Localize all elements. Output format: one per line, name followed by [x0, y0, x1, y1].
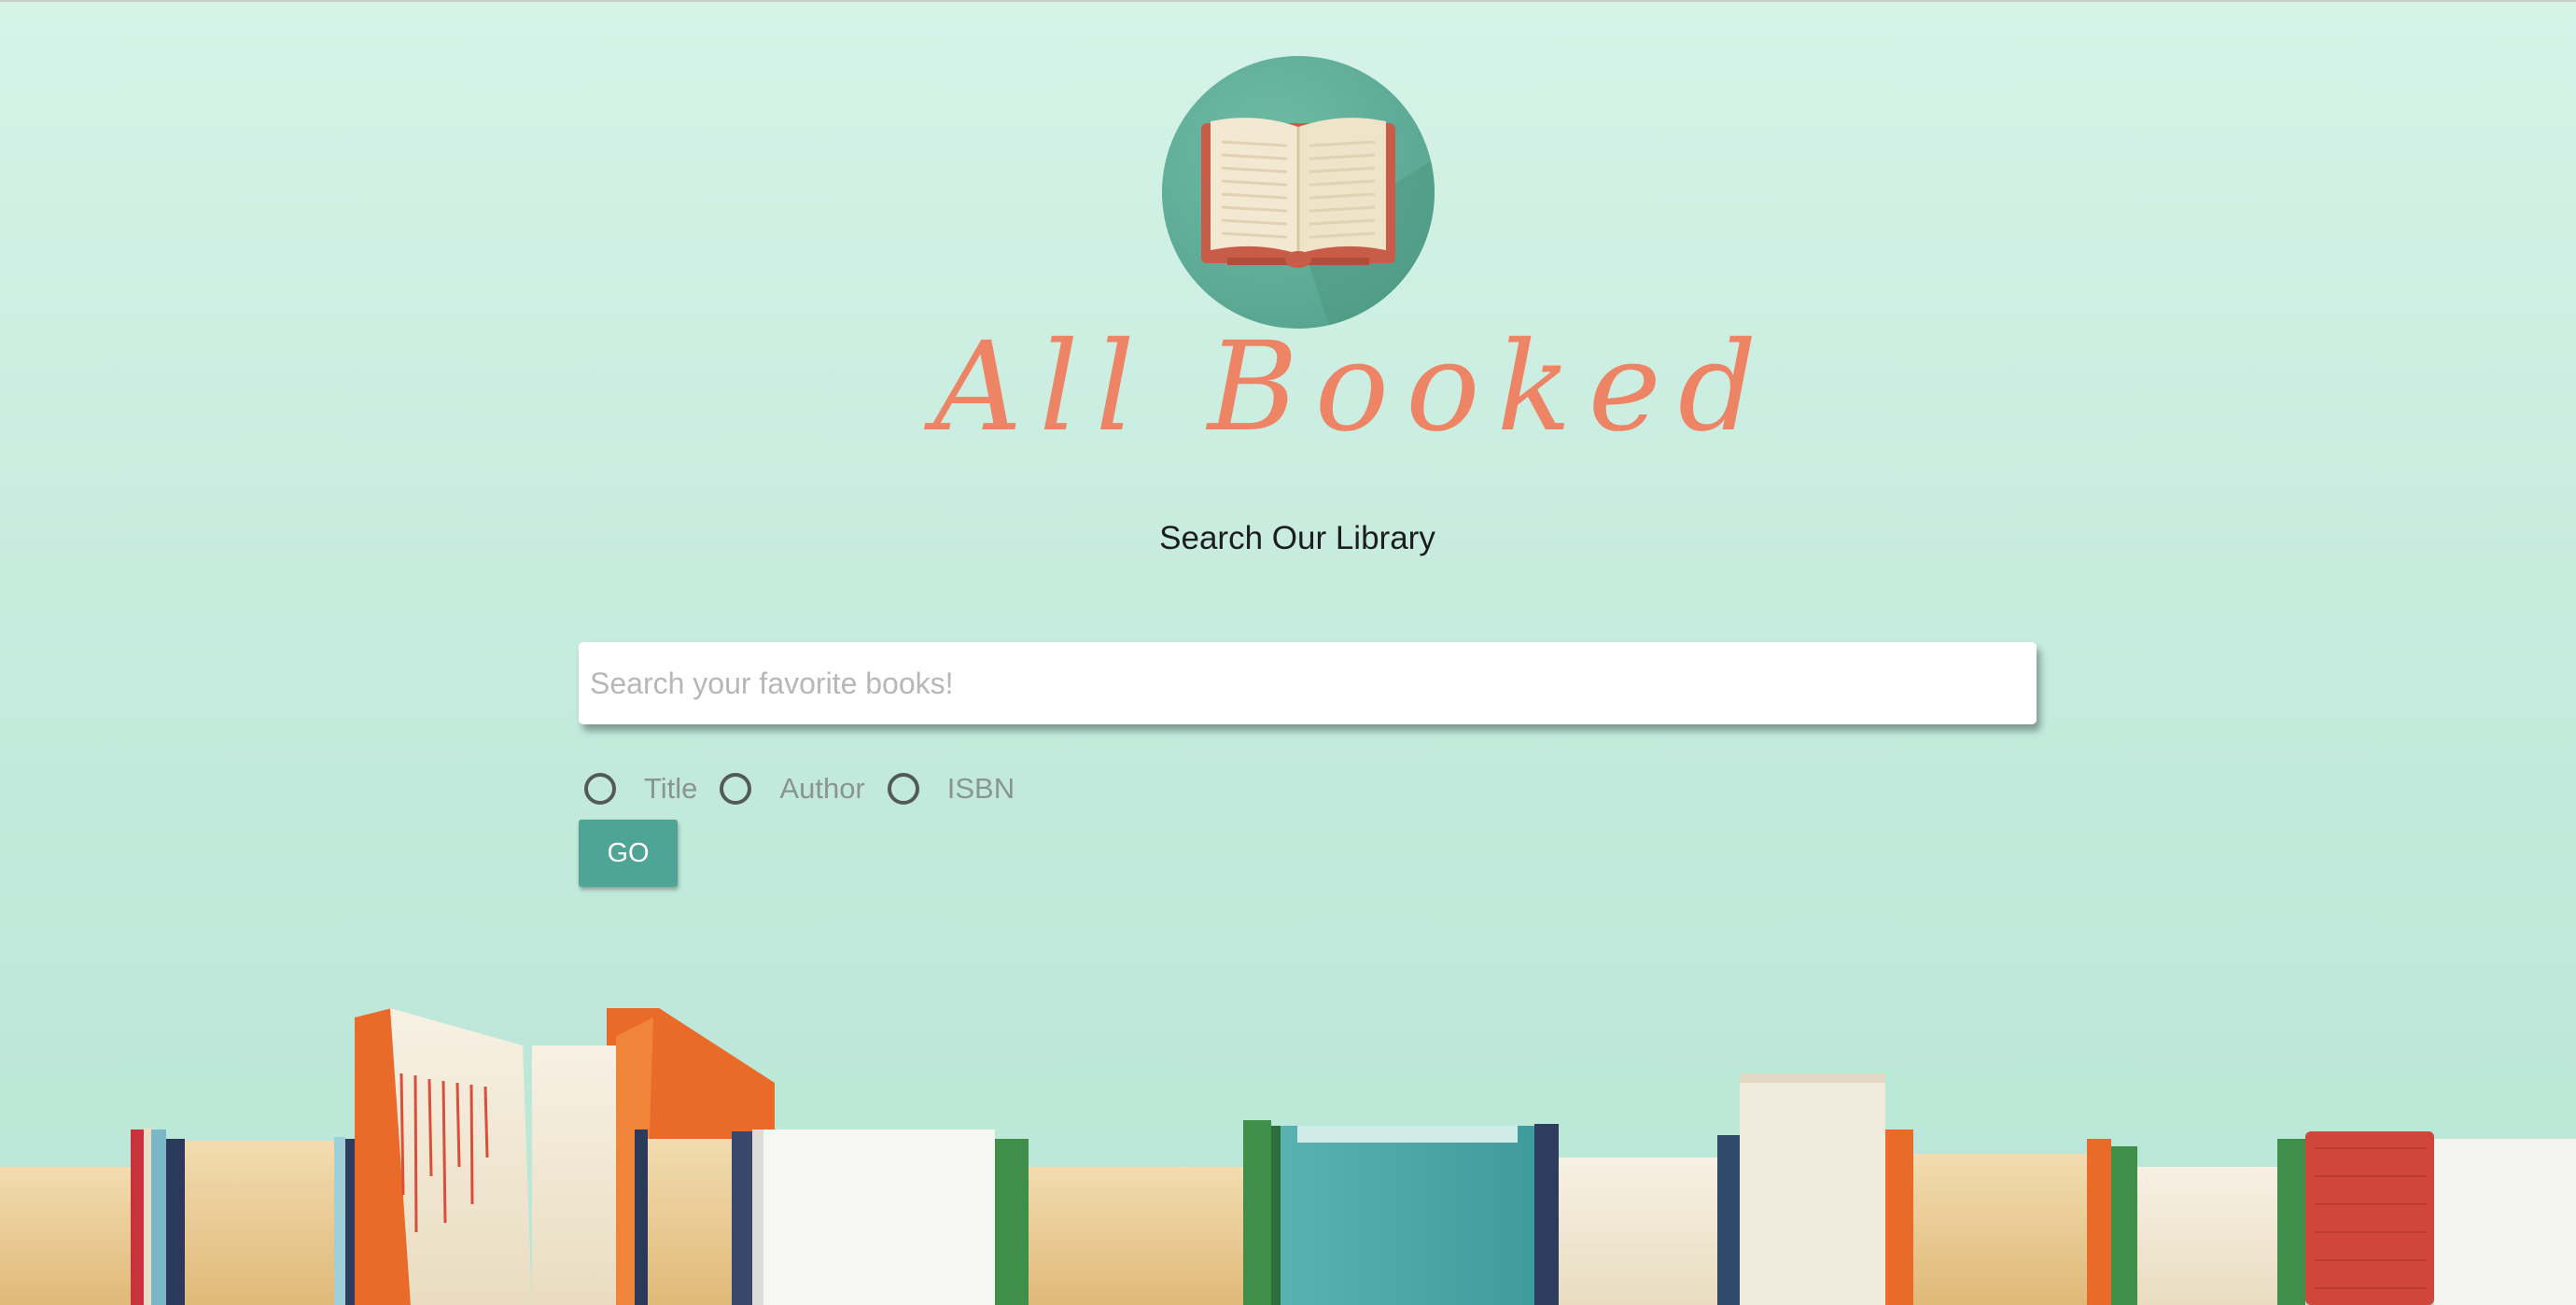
radio-option-author[interactable]: Author [720, 772, 887, 806]
radio-button-isbn[interactable] [887, 773, 919, 805]
brand-name: All Booked [933, 316, 1774, 459]
search-input[interactable] [579, 642, 2037, 724]
page-subtitle: Search Our Library [1159, 520, 1435, 556]
radio-option-title[interactable]: Title [584, 772, 720, 806]
radio-option-isbn[interactable]: ISBN [887, 772, 1037, 806]
radio-label-isbn: ISBN [946, 772, 1015, 805]
radio-label-title: Title [644, 772, 698, 805]
radio-button-title[interactable] [584, 773, 616, 805]
books-shelf-image [0, 1008, 2576, 1305]
radio-label-author: Author [779, 772, 865, 805]
top-border [0, 0, 2576, 2]
radio-button-author[interactable] [720, 773, 752, 805]
search-type-group: Title Author ISBN [584, 765, 1037, 812]
open-book-icon [1162, 56, 1435, 329]
go-button[interactable]: GO [579, 820, 678, 887]
